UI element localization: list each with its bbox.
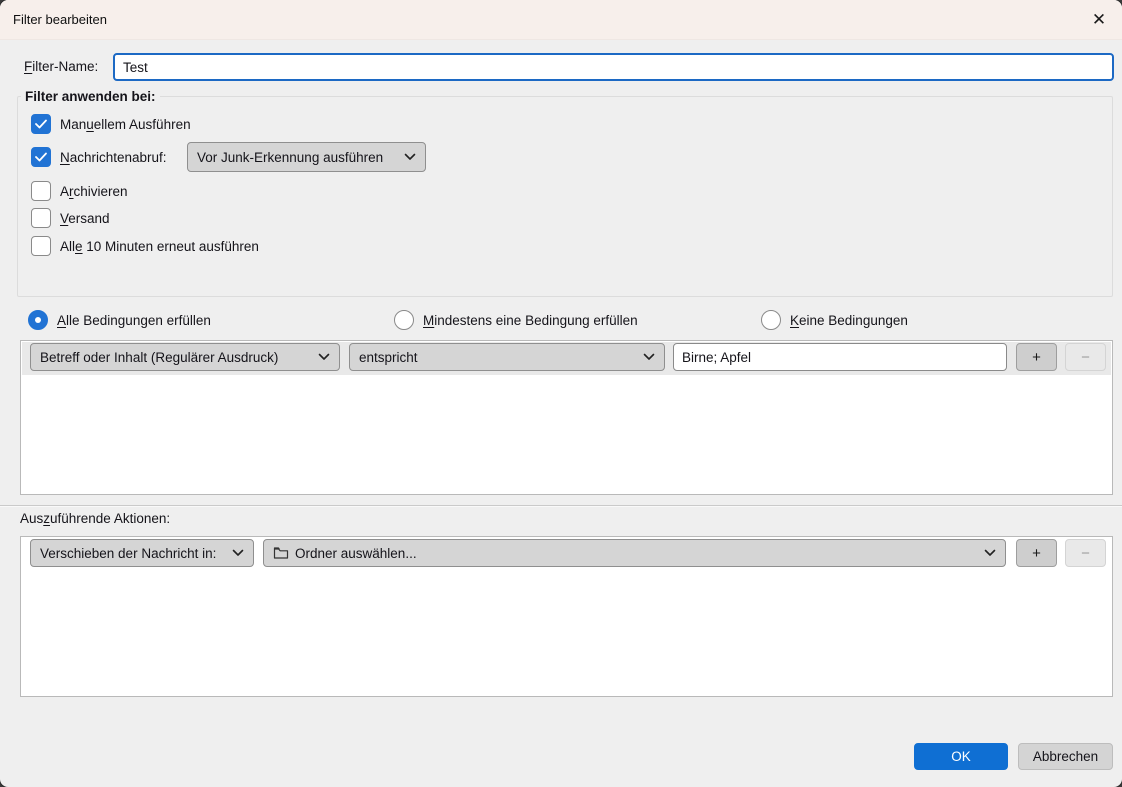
checkbox-row-manual-run[interactable]: Manuellem Ausführen bbox=[31, 114, 191, 134]
every-10-minutes-checkbox[interactable] bbox=[31, 236, 51, 256]
manual-run-label: Manuellem Ausführen bbox=[60, 116, 191, 132]
message-fetch-label: Nachrichtenabruf: bbox=[60, 149, 167, 165]
cancel-button[interactable]: Abbrechen bbox=[1018, 743, 1113, 770]
condition-operator-dropdown[interactable]: entspricht bbox=[349, 343, 665, 371]
folder-picker-dropdown[interactable]: Ordner auswählen... bbox=[263, 539, 1006, 567]
chevron-down-icon bbox=[318, 353, 330, 361]
archive-label: Archivieren bbox=[60, 183, 128, 199]
match-any-radio[interactable] bbox=[394, 310, 414, 330]
sending-checkbox[interactable] bbox=[31, 208, 51, 228]
condition-value-input[interactable] bbox=[673, 343, 1007, 371]
chevron-down-icon bbox=[984, 549, 996, 557]
ok-button[interactable]: OK bbox=[914, 743, 1008, 770]
radio-match-all[interactable]: Alle Bedingungen erfüllen bbox=[28, 310, 211, 330]
section-divider bbox=[0, 505, 1122, 507]
actions-label: Auszuführende Aktionen: bbox=[20, 511, 171, 526]
condition-add-button[interactable]: + bbox=[1016, 343, 1057, 371]
match-all-label: Alle Bedingungen erfüllen bbox=[57, 312, 211, 328]
check-icon bbox=[35, 152, 47, 162]
manual-run-checkbox[interactable] bbox=[31, 114, 51, 134]
junk-timing-value: Vor Junk-Erkennung ausführen bbox=[197, 149, 384, 165]
checkbox-row-every-10-minutes[interactable]: Alle 10 Minuten erneut ausführen bbox=[31, 236, 259, 256]
condition-field-value: Betreff oder Inhalt (Regulärer Ausdruck) bbox=[40, 349, 279, 365]
message-fetch-checkbox[interactable] bbox=[31, 147, 51, 167]
edit-filter-dialog: Filter bearbeiten ✕ Filter-Name: Filter … bbox=[0, 0, 1122, 787]
action-remove-button: − bbox=[1065, 539, 1106, 567]
condition-remove-button: − bbox=[1065, 343, 1106, 371]
checkbox-row-archive[interactable]: Archivieren bbox=[31, 181, 128, 201]
archive-checkbox[interactable] bbox=[31, 181, 51, 201]
match-all-radio[interactable] bbox=[28, 310, 48, 330]
apply-when-legend: Filter anwenden bei: bbox=[25, 89, 156, 104]
junk-timing-dropdown[interactable]: Vor Junk-Erkennung ausführen bbox=[187, 142, 426, 172]
titlebar: Filter bearbeiten ✕ bbox=[0, 0, 1122, 40]
close-icon[interactable]: ✕ bbox=[1082, 3, 1116, 37]
action-type-dropdown[interactable]: Verschieben der Nachricht in: bbox=[30, 539, 254, 567]
checkbox-row-sending[interactable]: Versand bbox=[31, 208, 110, 228]
chevron-down-icon bbox=[643, 353, 655, 361]
match-none-label: Keine Bedingungen bbox=[790, 312, 908, 328]
condition-operator-value: entspricht bbox=[359, 349, 418, 365]
check-icon bbox=[35, 119, 47, 129]
filter-name-label: Filter-Name: bbox=[24, 59, 99, 74]
radio-match-any[interactable]: Mindestens eine Bedingung erfüllen bbox=[394, 310, 638, 330]
folder-picker-value: Ordner auswählen... bbox=[295, 545, 417, 561]
dialog-title: Filter bearbeiten bbox=[13, 12, 107, 27]
condition-field-dropdown[interactable]: Betreff oder Inhalt (Regulärer Ausdruck) bbox=[30, 343, 340, 371]
checkbox-row-message-fetch[interactable]: Nachrichtenabruf: bbox=[31, 147, 167, 167]
action-type-value: Verschieben der Nachricht in: bbox=[40, 545, 217, 561]
action-add-button[interactable]: + bbox=[1016, 539, 1057, 567]
folder-icon bbox=[273, 546, 289, 560]
sending-label: Versand bbox=[60, 210, 110, 226]
every-10-minutes-label: Alle 10 Minuten erneut ausführen bbox=[60, 238, 259, 254]
chevron-down-icon bbox=[404, 153, 416, 161]
match-none-radio[interactable] bbox=[761, 310, 781, 330]
filter-name-input[interactable] bbox=[113, 53, 1114, 81]
match-any-label: Mindestens eine Bedingung erfüllen bbox=[423, 312, 638, 328]
chevron-down-icon bbox=[232, 549, 244, 557]
radio-match-none[interactable]: Keine Bedingungen bbox=[761, 310, 908, 330]
